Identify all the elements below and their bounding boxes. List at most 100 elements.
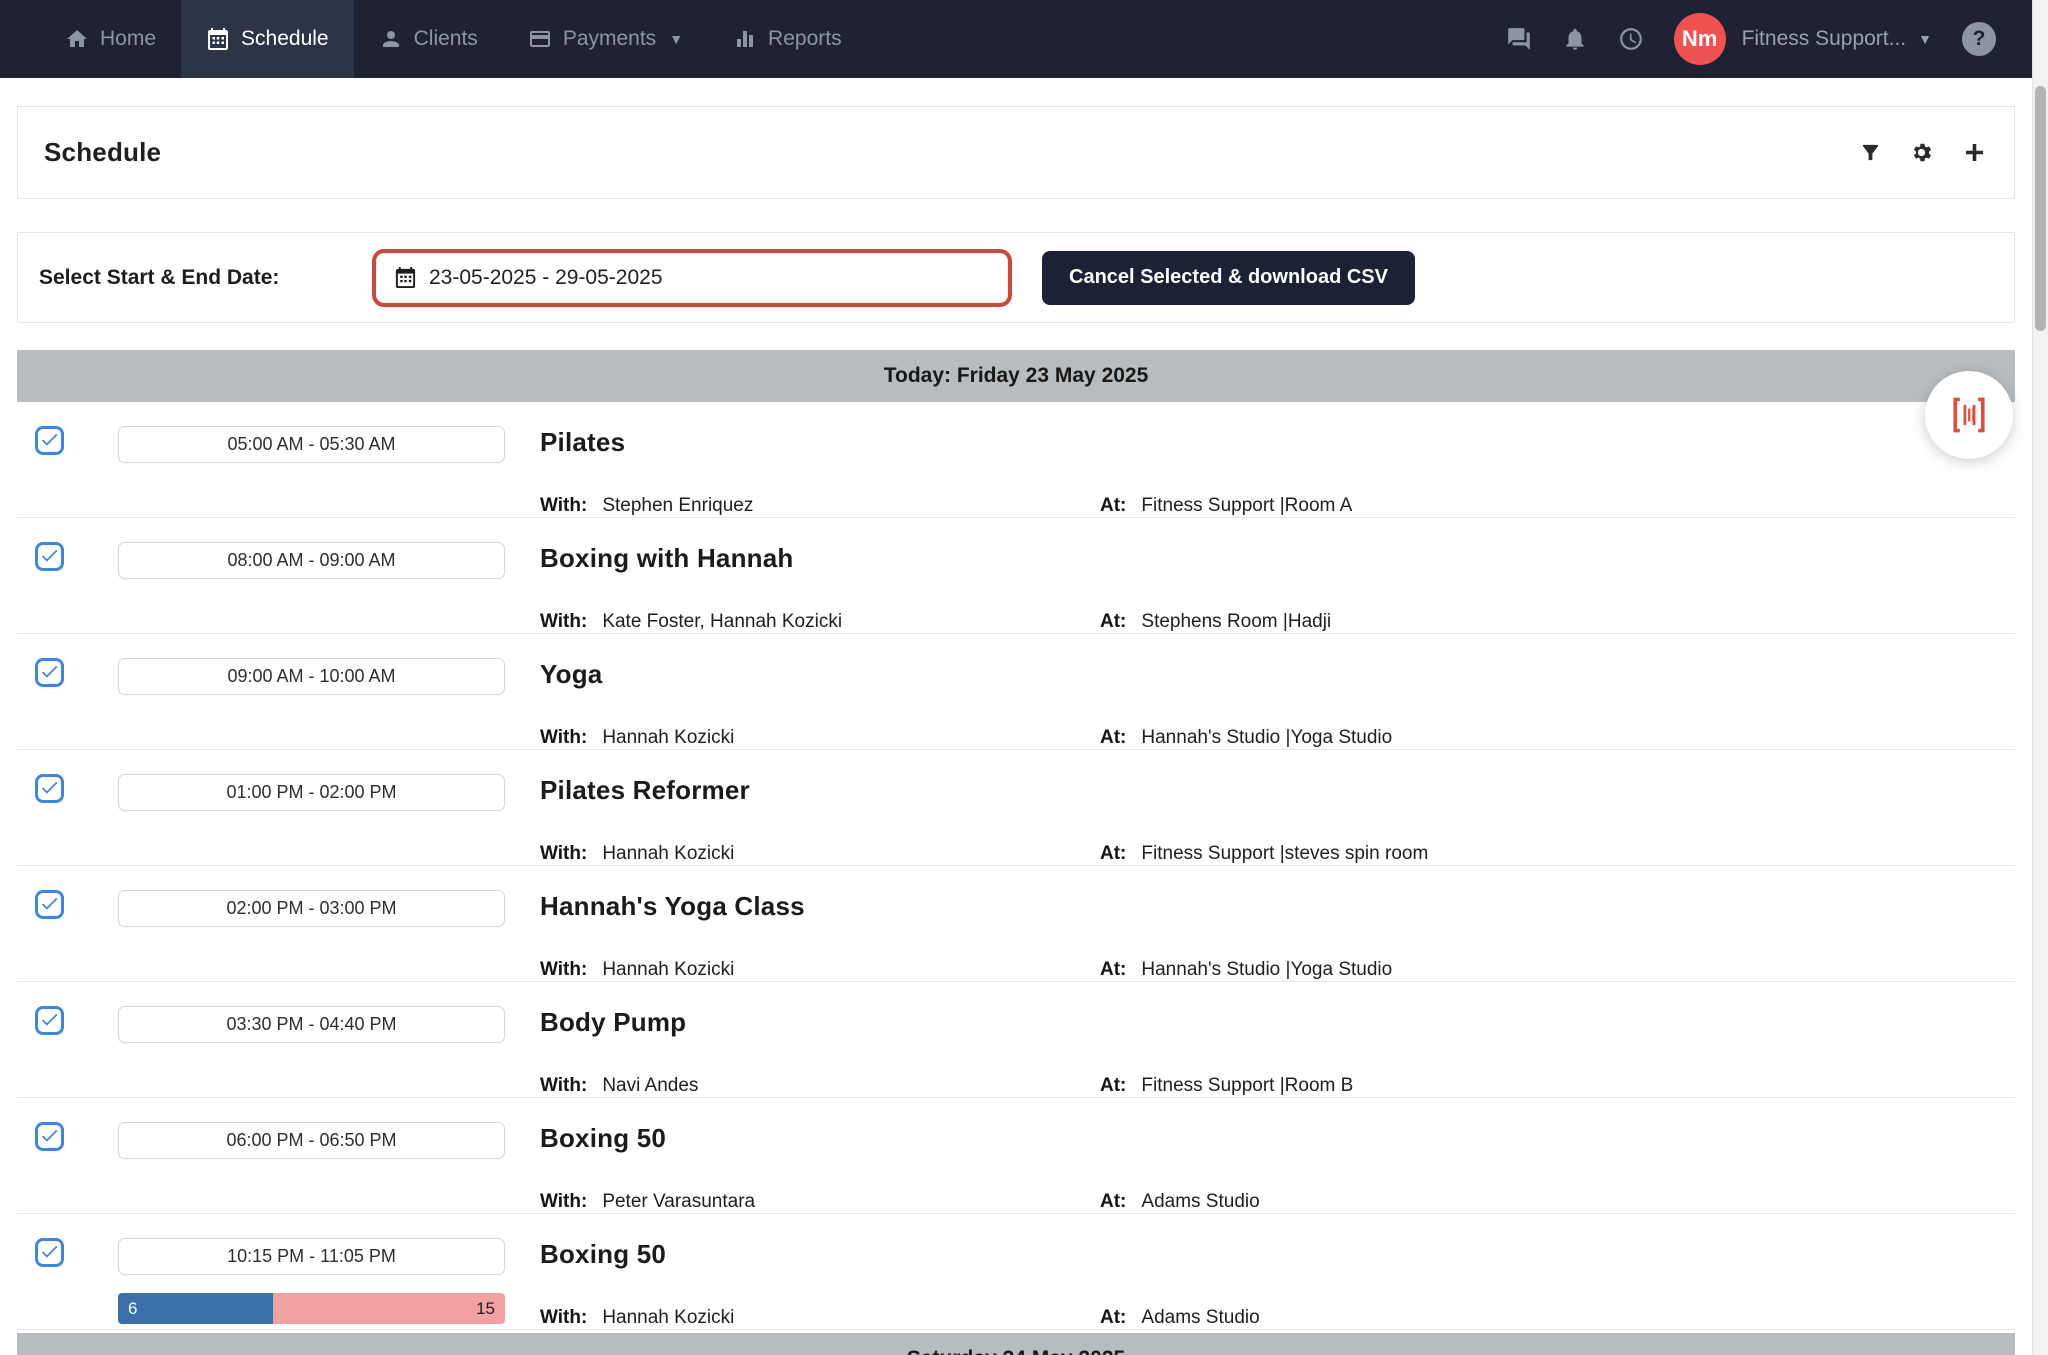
settings-button[interactable] — [1909, 140, 1934, 165]
with-value: Hannah Kozicki — [602, 843, 734, 865]
at-value: Adams Studio — [1141, 1307, 1259, 1329]
clock-icon — [1618, 26, 1644, 52]
session-time[interactable]: 09:00 AM - 10:00 AM — [118, 658, 505, 695]
at-label: At: — [1100, 611, 1126, 633]
filter-icon — [1859, 141, 1882, 164]
nav-item-payments[interactable]: Payments ▼ — [503, 0, 708, 78]
navbar-right: Nm Fitness Support... ▼ ? — [1506, 0, 2048, 78]
session-title: Boxing 50 — [540, 1239, 2015, 1270]
avatar[interactable]: Nm — [1674, 13, 1726, 65]
session-checkbox[interactable] — [35, 1122, 64, 1151]
session-checkbox[interactable] — [35, 1006, 64, 1035]
session-title: Pilates — [540, 427, 2015, 458]
page-title: Schedule — [44, 137, 161, 168]
person-icon — [379, 27, 403, 51]
plus-icon — [1961, 139, 1988, 166]
chevron-down-icon: ▼ — [669, 31, 683, 47]
scrollbar-thumb[interactable] — [2035, 86, 2046, 331]
with-value: Kate Foster, Hannah Kozicki — [602, 611, 842, 633]
session-title: Pilates Reformer — [540, 775, 2015, 806]
check-icon — [39, 777, 60, 798]
account-menu[interactable]: Fitness Support... ▼ — [1742, 27, 1932, 51]
session-list: 05:00 AM - 05:30 AM Pilates With: Stephen… — [17, 402, 2015, 1330]
session-checkbox[interactable] — [35, 426, 64, 455]
nav-item-home[interactable]: Home — [40, 0, 181, 78]
page-header-card: Schedule — [17, 106, 2015, 199]
filter-button[interactable] — [1859, 141, 1882, 164]
at-label: At: — [1100, 727, 1126, 749]
check-icon — [39, 1241, 60, 1262]
date-toolbar-card: Select Start & End Date: 23-05-2025 - 29… — [17, 232, 2015, 323]
with-label: With: — [540, 959, 587, 981]
add-button[interactable] — [1961, 139, 1988, 166]
help-button[interactable]: ? — [1962, 22, 1996, 56]
session-time[interactable]: 10:15 PM - 11:05 PM — [118, 1238, 505, 1275]
session-checkbox[interactable] — [35, 890, 64, 919]
cancel-download-csv-button[interactable]: Cancel Selected & download CSV — [1042, 251, 1415, 305]
with-value: Hannah Kozicki — [602, 959, 734, 981]
nav-item-reports[interactable]: Reports — [708, 0, 867, 78]
with-label: With: — [540, 1191, 587, 1213]
session-time[interactable]: 06:00 PM - 06:50 PM — [118, 1122, 505, 1159]
date-range-value: 23-05-2025 - 29-05-2025 — [429, 266, 663, 290]
with-label: With: — [540, 1307, 587, 1329]
session-row: 02:00 PM - 03:00 PM Hannah's Yoga Class … — [17, 866, 2015, 982]
at-value: Fitness Support |Room A — [1141, 495, 1352, 517]
with-label: With: — [540, 495, 587, 517]
session-row: 10:15 PM - 11:05 PM 6 15 Boxing 50 With:… — [17, 1214, 2015, 1330]
at-value: Fitness Support |Room B — [1141, 1075, 1353, 1097]
at-value: Adams Studio — [1141, 1191, 1259, 1213]
schedule-page: Home Schedule Clients Payments ▼ Reports — [0, 0, 2048, 1355]
messages-button[interactable] — [1506, 26, 1532, 52]
session-checkbox[interactable] — [35, 774, 64, 803]
capacity-bar: 6 15 — [118, 1293, 505, 1324]
scan-barcode-button[interactable] — [1925, 371, 2013, 459]
chat-icon — [1506, 26, 1532, 52]
gear-icon — [1909, 140, 1934, 165]
with-value: Hannah Kozicki — [602, 727, 734, 749]
session-time[interactable]: 03:30 PM - 04:40 PM — [118, 1006, 505, 1043]
nav-label-schedule: Schedule — [241, 27, 329, 51]
at-label: At: — [1100, 1075, 1126, 1097]
next-day-header-band: Saturday 24 May 2025 — [17, 1333, 2015, 1355]
notifications-button[interactable] — [1562, 26, 1588, 52]
session-row: 03:30 PM - 04:40 PM Body Pump With:Navi … — [17, 982, 2015, 1098]
session-title: Body Pump — [540, 1007, 2015, 1038]
day-header-band: Today: Friday 23 May 2025 — [17, 350, 2015, 402]
nav-item-clients[interactable]: Clients — [354, 0, 503, 78]
session-row: 01:00 PM - 02:00 PM Pilates Reformer Wit… — [17, 750, 2015, 866]
check-icon — [39, 661, 60, 682]
check-icon — [39, 1009, 60, 1030]
session-time[interactable]: 01:00 PM - 02:00 PM — [118, 774, 505, 811]
vertical-scrollbar[interactable] — [2032, 0, 2048, 1355]
header-actions — [1859, 139, 1988, 166]
account-label: Fitness Support... — [1742, 27, 1907, 51]
at-value: Stephens Room |Hadji — [1141, 611, 1331, 633]
session-time[interactable]: 08:00 AM - 09:00 AM — [118, 542, 505, 579]
date-range-label: Select Start & End Date: — [39, 266, 372, 290]
nav-item-schedule[interactable]: Schedule — [181, 0, 354, 78]
with-value: Stephen Enriquez — [602, 495, 753, 517]
at-label: At: — [1100, 1191, 1126, 1213]
with-value: Navi Andes — [602, 1075, 698, 1097]
with-label: With: — [540, 611, 587, 633]
history-button[interactable] — [1618, 26, 1644, 52]
top-navbar: Home Schedule Clients Payments ▼ Reports — [0, 0, 2048, 78]
session-checkbox[interactable] — [35, 1238, 64, 1267]
at-value: Hannah's Studio |Yoga Studio — [1141, 959, 1392, 981]
session-checkbox[interactable] — [35, 542, 64, 571]
with-value: Peter Varasuntara — [602, 1191, 755, 1213]
check-icon — [39, 545, 60, 566]
session-checkbox[interactable] — [35, 658, 64, 687]
session-title: Boxing 50 — [540, 1123, 2015, 1154]
session-time[interactable]: 02:00 PM - 03:00 PM — [118, 890, 505, 927]
calendar-icon — [394, 266, 417, 289]
session-time[interactable]: 05:00 AM - 05:30 AM — [118, 426, 505, 463]
bar-chart-icon — [733, 27, 757, 51]
session-title: Hannah's Yoga Class — [540, 891, 2015, 922]
next-day-header-text: Saturday 24 May 2025 — [907, 1347, 1125, 1355]
session-row: 05:00 AM - 05:30 AM Pilates With: Stephen… — [17, 402, 2015, 518]
date-range-input[interactable]: 23-05-2025 - 29-05-2025 — [372, 249, 1012, 307]
chevron-down-icon: ▼ — [1918, 31, 1932, 47]
session-title: Boxing with Hannah — [540, 543, 2015, 574]
